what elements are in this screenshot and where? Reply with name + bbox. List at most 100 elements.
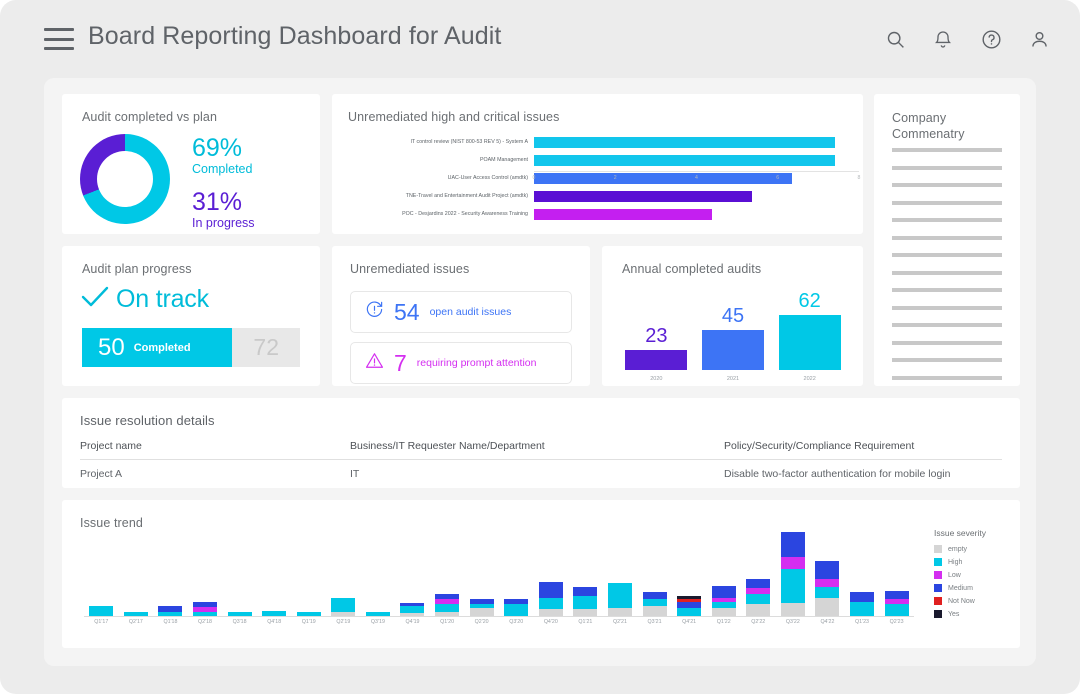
annual-bar[interactable] [702,330,764,370]
open-audit-issues-row[interactable]: 54 open audit issues [350,291,572,333]
open-issues-count: 54 [394,299,420,326]
card-unremediated-issues: Unremediated issues 54 open audit issues [332,246,590,386]
legend-item[interactable]: Medium [934,584,986,592]
trend-tick-label: Q4'22 [810,619,845,625]
trend-tick-label: Q1'19 [291,619,326,625]
donut-stats: 69% Completed 31% In progress [192,136,255,232]
header-icon-group [880,24,1054,54]
annual-bar-year-label: 2020 [650,376,662,382]
trend-x-axis [84,616,914,617]
hamburger-menu-icon[interactable] [44,28,74,50]
hbar-fill[interactable] [534,137,835,148]
trend-bar-column[interactable] [672,530,707,616]
hbar-row: POAM Management [344,154,851,167]
card-audit-plan-progress: Audit plan progress On track 50 Complete… [62,246,320,386]
inprogress-label: In progress [192,215,255,232]
trend-bar-column[interactable] [188,530,223,616]
trend-bar-column[interactable] [361,530,396,616]
help-circle-icon[interactable] [976,24,1006,54]
legend-swatch [934,545,942,553]
hbar-fill[interactable] [534,155,835,166]
trend-bar-column[interactable] [326,530,361,616]
card-title: Issue resolution details [80,413,215,428]
trend-bar-column[interactable] [257,530,292,616]
legend-item[interactable]: Low [934,571,986,579]
hbar-row: TNE-Travel and Entertainment Audit Proje… [344,190,851,203]
trend-bar-stack [435,594,459,616]
trend-bar-segment-high [539,598,563,610]
card-title: Unremediated high and critical issues [348,110,559,124]
card-title: Company Commenatry [892,110,965,143]
card-issue-resolution-details: Issue resolution details Project name Bu… [62,398,1020,488]
user-account-icon[interactable] [1024,24,1054,54]
card-issue-trend: Issue trend Q1'17Q2'17Q1'18Q2'18Q3'18Q4'… [62,500,1020,648]
trend-tick-label: Q4'20 [534,619,569,625]
trend-bar-stack [89,606,113,617]
hbar-track [534,155,851,166]
card-title: Annual completed audits [622,262,761,276]
legend-swatch [934,597,942,605]
trend-bar-stack [158,606,182,617]
hbar-track [534,209,851,220]
dashboard-board: Audit completed vs plan 69% Completed 31… [44,78,1036,666]
trend-bar-column[interactable] [810,530,845,616]
trend-bar-segment-empty [470,608,494,616]
trend-tick-label: Q3'21 [637,619,672,625]
progress-bar-fill: 50 Completed [82,328,232,367]
trend-bar-column[interactable] [741,530,776,616]
trend-bar-segment-high [400,606,424,614]
table-header-row: Project name Business/IT Requester Name/… [80,440,1002,460]
commentary-line [892,376,1002,380]
axis-tick-label: 0 [533,175,536,181]
trend-bar-column[interactable] [395,530,430,616]
trend-bar-column[interactable] [534,530,569,616]
progress-bar: 50 Completed 72 [82,328,300,367]
trend-bar-column[interactable] [603,530,638,616]
trend-bar-segment-high [746,594,770,605]
prompt-attention-row[interactable]: 7 requiring prompt attention [350,342,572,384]
trend-bar-column[interactable] [637,530,672,616]
notifications-bell-icon[interactable] [928,24,958,54]
annual-bar[interactable] [779,315,841,370]
trend-bar-segment-medium [712,586,736,598]
trend-bar-column[interactable] [291,530,326,616]
trend-bar-column[interactable] [119,530,154,616]
trend-bar-column[interactable] [464,530,499,616]
column-header-project-name: Project name [80,440,350,452]
legend-item[interactable]: High [934,558,986,566]
search-icon[interactable] [880,24,910,54]
legend-item[interactable]: Yes [934,610,986,618]
inprogress-percent: 31% [192,190,255,215]
legend-label: Low [948,572,961,579]
trend-bar-column[interactable] [222,530,257,616]
trend-bar-stack [470,599,494,616]
hbar-fill[interactable] [534,191,752,202]
issue-resolution-table: Project name Business/IT Requester Name/… [80,440,1002,480]
trend-bar-segment-medium [885,591,909,599]
trend-bar-segment-low [781,557,805,569]
trend-bar-column[interactable] [84,530,119,616]
trend-bar-column[interactable] [499,530,534,616]
trend-bar-column[interactable] [879,530,914,616]
refresh-alert-icon [365,300,384,324]
trend-bar-column[interactable] [706,530,741,616]
legend-item[interactable]: empty [934,545,986,553]
trend-bar-segment-high [573,596,597,609]
card-title: Audit completed vs plan [82,110,217,124]
commentary-line [892,218,1002,222]
trend-bar-column[interactable] [430,530,465,616]
card-company-commentary: Company Commenatry [874,94,1020,386]
trend-bar-column[interactable] [776,530,811,616]
annual-bar[interactable] [625,350,687,370]
hbar-fill[interactable] [534,209,712,220]
trend-bar-segment-high [89,606,113,617]
legend-item[interactable]: Not Now [934,597,986,605]
trend-bar-column[interactable] [153,530,188,616]
annual-bar-column: 452021 [702,305,764,370]
completed-label: Completed [192,161,255,178]
table-row[interactable]: Project A IT Disable two-factor authenti… [80,460,1002,480]
trend-bar-column[interactable] [845,530,880,616]
trend-bar-segment-high [815,587,839,598]
trend-bar-column[interactable] [568,530,603,616]
trend-bar-stack [539,582,563,616]
